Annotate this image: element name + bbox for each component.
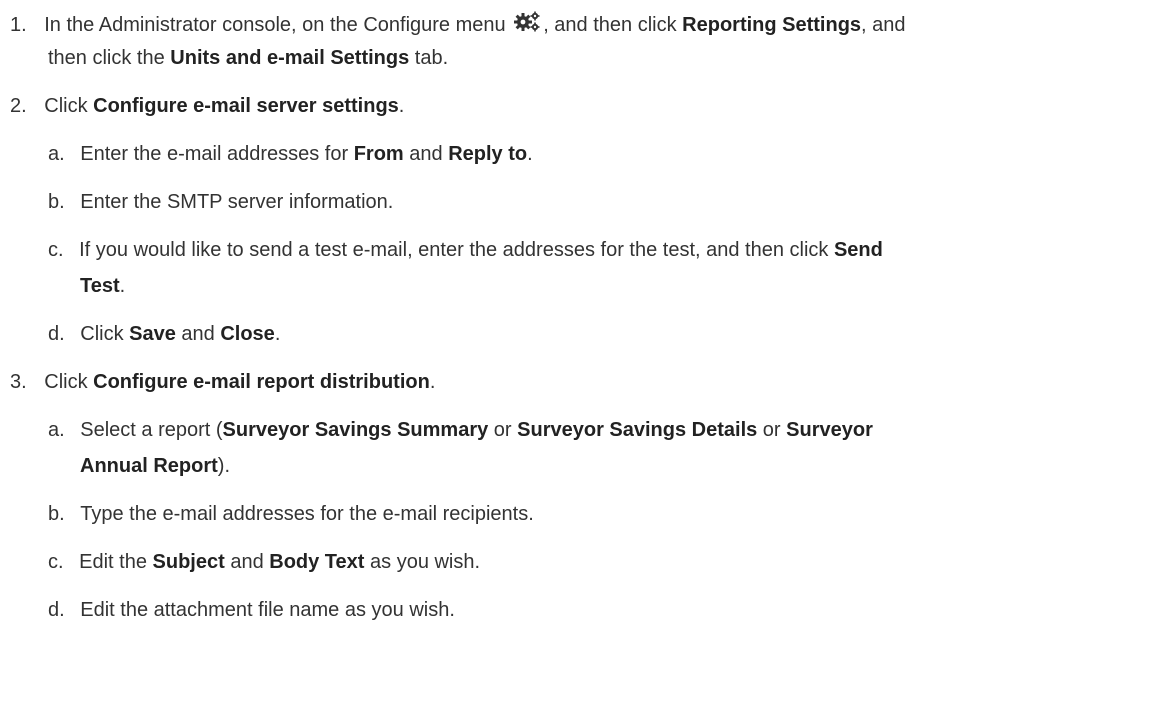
step-2c-continued: Test. — [80, 275, 126, 297]
substep-letter: c. — [48, 239, 64, 261]
reporting-settings-label: Reporting Settings — [682, 14, 862, 36]
step-2d: d. Click Save and Close. — [48, 323, 281, 345]
substep-letter: b. — [48, 503, 65, 525]
step-3b: b. Type the e-mail addresses for the e-m… — [48, 503, 534, 525]
step-3a-continued: Annual Report). — [80, 455, 230, 477]
substep-letter: d. — [48, 599, 65, 621]
instruction-document: 1. In the Administrator console, on the … — [0, 0, 1161, 728]
substep-letter: b. — [48, 191, 65, 213]
configure-email-server-settings-label: Configure e-mail server settings — [93, 95, 399, 117]
step-3a: a. Select a report (Surveyor Savings Sum… — [48, 419, 873, 441]
step-1: 1. In the Administrator console, on the … — [10, 10, 906, 37]
step-2a: a. Enter the e-mail addresses for From a… — [48, 143, 533, 165]
step-2c: c. If you would like to send a test e-ma… — [48, 239, 883, 261]
substep-letter: a. — [48, 419, 65, 441]
step-3d: d. Edit the attachment file name as you … — [48, 599, 455, 621]
step-number: 1. — [10, 14, 27, 36]
step-3: 3. Click Configure e-mail report distrib… — [10, 371, 436, 393]
step-2b: b. Enter the SMTP server information. — [48, 191, 394, 213]
substep-letter: d. — [48, 323, 65, 345]
step-2: 2. Click Configure e-mail server setting… — [10, 95, 405, 117]
step-number: 3. — [10, 371, 27, 393]
step-1-continued: then click the Units and e-mail Settings… — [48, 47, 449, 69]
step-text: In the Administrator console, on the Con… — [44, 14, 512, 36]
step-number: 2. — [10, 95, 27, 117]
configure-email-report-distribution-label: Configure e-mail report distribution — [93, 371, 430, 393]
substep-letter: c. — [48, 551, 64, 573]
units-email-settings-tab-label: Units and e-mail Settings — [170, 47, 410, 69]
substep-letter: a. — [48, 143, 65, 165]
gears-icon — [513, 10, 543, 34]
step-3c: c. Edit the Subject and Body Text as you… — [48, 551, 481, 573]
